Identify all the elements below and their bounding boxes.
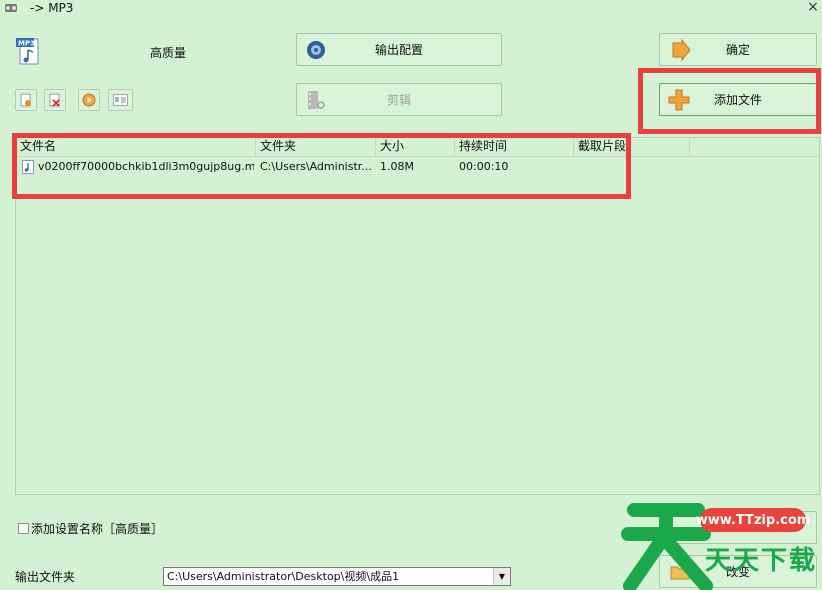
close-icon: ×: [807, 0, 819, 15]
add-file-button[interactable]: 添加文件: [659, 83, 817, 116]
audio-file-icon: [22, 160, 34, 174]
info-card-icon: [113, 94, 128, 106]
ok-button[interactable]: 确定: [659, 33, 817, 66]
watermark-url: www.TTzip.com: [696, 508, 810, 532]
add-setting-name-label: 添加设置名称［高质量］: [31, 522, 164, 536]
output-config-button[interactable]: 输出配置: [296, 33, 502, 66]
column-header-filename[interactable]: 文件名: [16, 138, 256, 156]
file-remove-icon: [20, 93, 31, 107]
edit-label: 剪辑: [386, 93, 411, 107]
edit-button[interactable]: 剪辑: [296, 83, 502, 116]
add-file-label: 添加文件: [713, 93, 762, 107]
svg-text:MP3: MP3: [18, 40, 35, 48]
watermark-text: 天天下载: [705, 546, 818, 576]
file-list[interactable]: 文件名 文件夹 大小 持续时间 截取片段 v0200ff70000bchkib1…: [15, 137, 820, 495]
file-delete-icon: [49, 93, 60, 107]
chevron-down-icon[interactable]: ▼: [493, 568, 510, 585]
delete-file-button[interactable]: [44, 89, 66, 111]
window-title: -> MP3: [30, 1, 74, 15]
column-header-size[interactable]: 大小: [376, 138, 455, 156]
quality-label: 高质量: [150, 46, 187, 60]
app-icon: [5, 4, 17, 12]
media-info-button[interactable]: [108, 89, 133, 111]
remove-item-button[interactable]: [15, 89, 37, 111]
title-bar: -> MP3 ×: [0, 0, 822, 18]
row-duration: 00:00:10: [459, 160, 509, 173]
output-folder-value: C:\Users\Administrator\Desktop\视频\成品1: [167, 570, 400, 583]
column-header-duration[interactable]: 持续时间: [455, 138, 574, 156]
row-size: 1.08M: [380, 160, 414, 173]
table-row[interactable]: v0200ff70000bchkib1dli3m0gujp8ug.mp4 C:\…: [16, 158, 819, 176]
ok-label: 确定: [725, 43, 750, 57]
play-button[interactable]: [78, 89, 100, 111]
row-folder: C:\Users\Administr...: [260, 160, 372, 173]
output-config-label: 输出配置: [374, 43, 423, 57]
column-header-folder[interactable]: 文件夹: [256, 138, 376, 156]
column-header-clip[interactable]: 截取片段: [574, 138, 690, 156]
row-clip: [578, 158, 688, 176]
output-folder-select[interactable]: C:\Users\Administrator\Desktop\视频\成品1 ▼: [163, 567, 511, 586]
play-icon: [82, 93, 96, 107]
output-folder-label: 输出文件夹: [15, 570, 76, 584]
add-setting-name-checkbox[interactable]: [18, 523, 29, 534]
close-button[interactable]: ×: [806, 0, 820, 15]
mp3-format-icon: MP3: [16, 38, 39, 65]
row-filename: v0200ff70000bchkib1dli3m0gujp8ug.mp4: [38, 160, 254, 173]
list-header: 文件名 文件夹 大小 持续时间 截取片段: [16, 138, 819, 157]
